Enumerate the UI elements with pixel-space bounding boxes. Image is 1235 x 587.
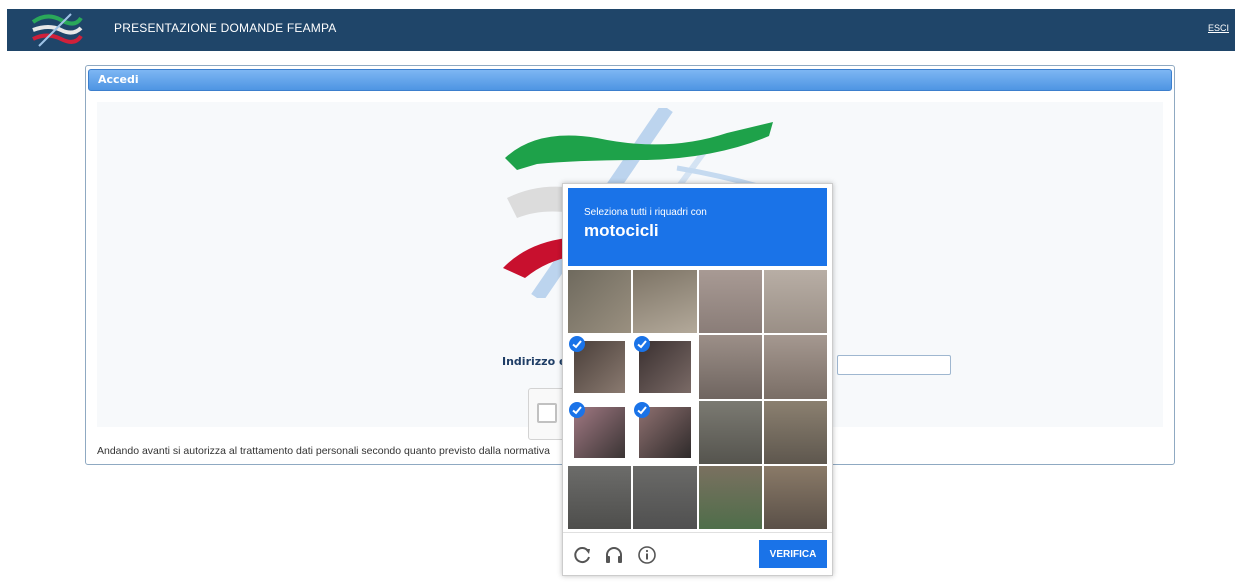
reload-icon[interactable] (573, 545, 593, 565)
challenge-tile[interactable] (633, 270, 697, 334)
tile-image (633, 465, 697, 529)
challenge-tile[interactable] (763, 400, 827, 464)
challenge-target: motocicli (584, 221, 659, 240)
challenge-tile[interactable] (698, 400, 762, 464)
tile-image (763, 335, 827, 399)
challenge-grid (568, 270, 827, 529)
tile-image (698, 400, 762, 464)
challenge-tile[interactable] (763, 465, 827, 529)
challenge-tile[interactable] (633, 465, 697, 529)
panel-header: Accedi (88, 69, 1172, 91)
feampa-logo-icon (31, 13, 83, 47)
challenge-tile[interactable] (568, 400, 632, 464)
privacy-notice: Andando avanti si autorizza al trattamen… (97, 445, 550, 457)
panel-title: Accedi (98, 73, 139, 86)
challenge-tile[interactable] (568, 335, 632, 399)
tile-image (633, 270, 697, 334)
tile-image (698, 335, 762, 399)
challenge-tile[interactable] (698, 270, 762, 334)
challenge-tile[interactable] (568, 270, 632, 334)
recaptcha-challenge: Seleziona tutti i riquadri con motocicli… (562, 183, 833, 576)
tile-image (568, 270, 632, 334)
tile-image (763, 465, 827, 529)
tile-image (568, 465, 632, 529)
info-icon[interactable] (637, 545, 657, 565)
challenge-tile[interactable] (568, 465, 632, 529)
challenge-header: Seleziona tutti i riquadri con motocicli (568, 188, 827, 266)
exit-link[interactable]: ESCI (1208, 23, 1229, 33)
challenge-footer: VERIFICA (563, 532, 832, 575)
app-title: PRESENTAZIONE DOMANDE FEAMPA (114, 21, 337, 35)
challenge-tile[interactable] (763, 270, 827, 334)
tile-image (763, 400, 827, 464)
email-input[interactable] (837, 355, 951, 375)
challenge-instruction: Seleziona tutti i riquadri con (584, 207, 707, 218)
challenge-tile[interactable] (698, 465, 762, 529)
challenge-tile[interactable] (633, 400, 697, 464)
tile-image (763, 270, 827, 334)
tile-image (698, 270, 762, 334)
recaptcha-checkbox[interactable] (537, 403, 557, 423)
checkmark-icon (634, 336, 651, 353)
top-bar: PRESENTAZIONE DOMANDE FEAMPA ESCI (7, 9, 1235, 51)
tile-image (698, 465, 762, 529)
audio-icon[interactable] (604, 545, 624, 565)
challenge-tile[interactable] (633, 335, 697, 399)
challenge-tile[interactable] (763, 335, 827, 399)
challenge-tile[interactable] (698, 335, 762, 399)
verify-button[interactable]: VERIFICA (759, 540, 827, 568)
checkmark-icon (569, 401, 585, 418)
checkmark-icon (634, 401, 651, 418)
checkmark-icon (569, 336, 585, 353)
